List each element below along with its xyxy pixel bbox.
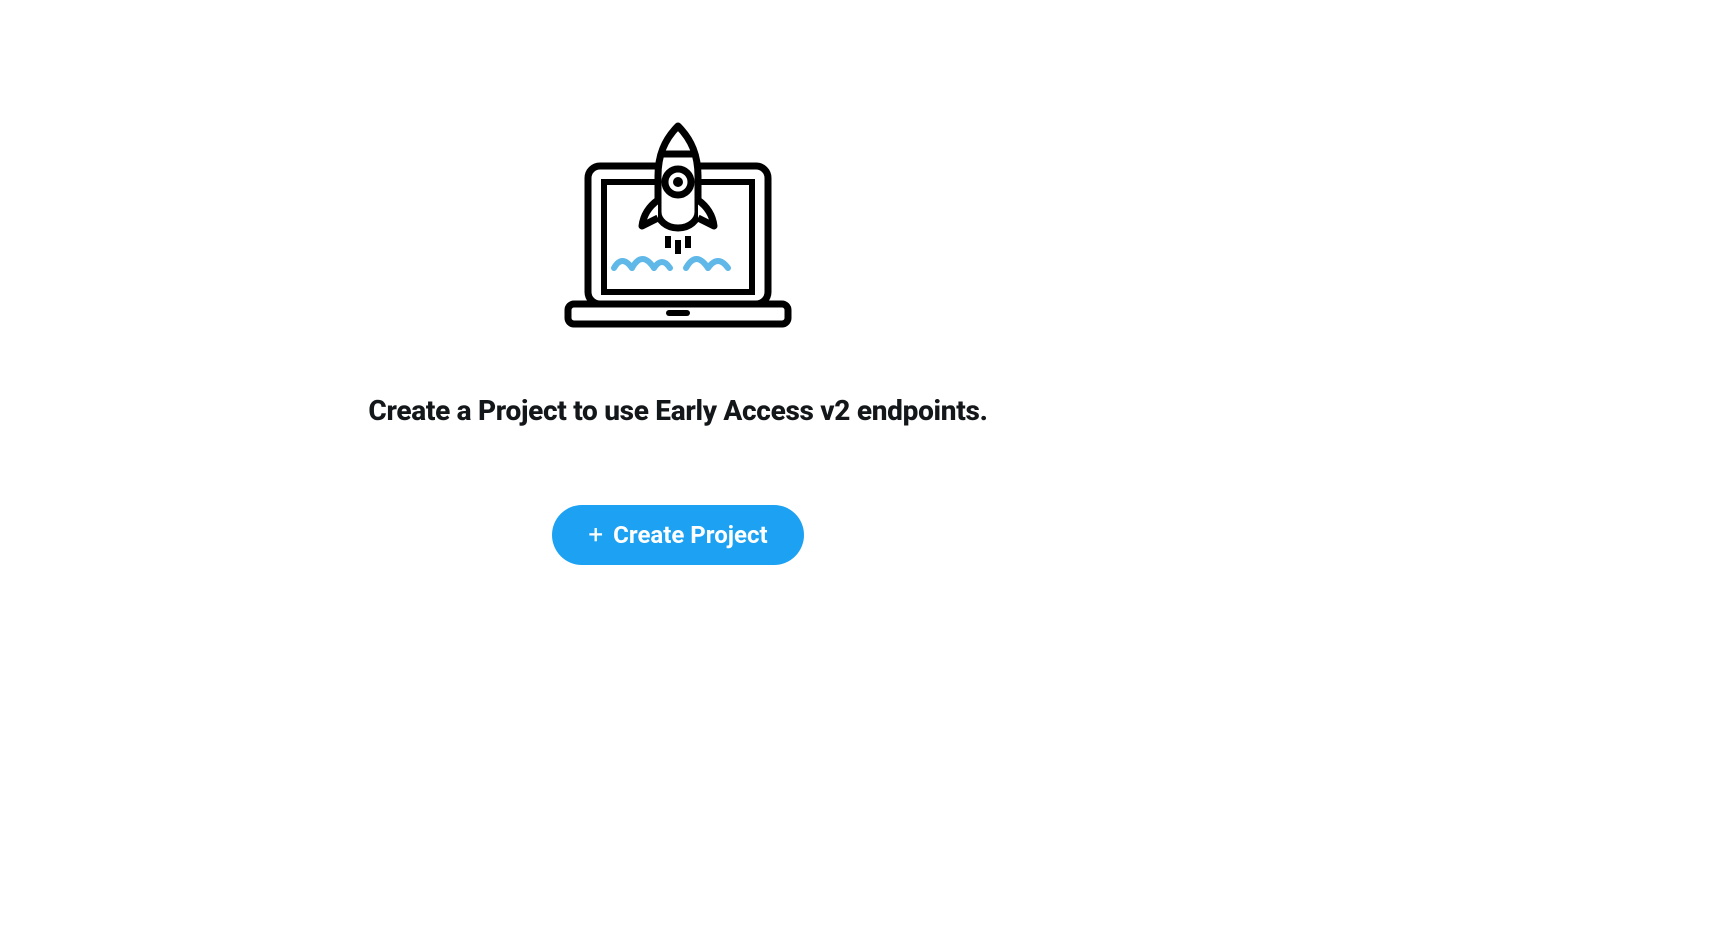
create-project-button-label: Create Project (613, 521, 767, 549)
empty-state-container: Create a Project to use Early Access v2 … (338, 120, 1018, 565)
create-project-button[interactable]: + Create Project (552, 505, 803, 565)
empty-state-heading: Create a Project to use Early Access v2 … (368, 394, 987, 427)
plus-icon: + (588, 522, 603, 548)
rocket-laptop-illustration (558, 120, 798, 334)
